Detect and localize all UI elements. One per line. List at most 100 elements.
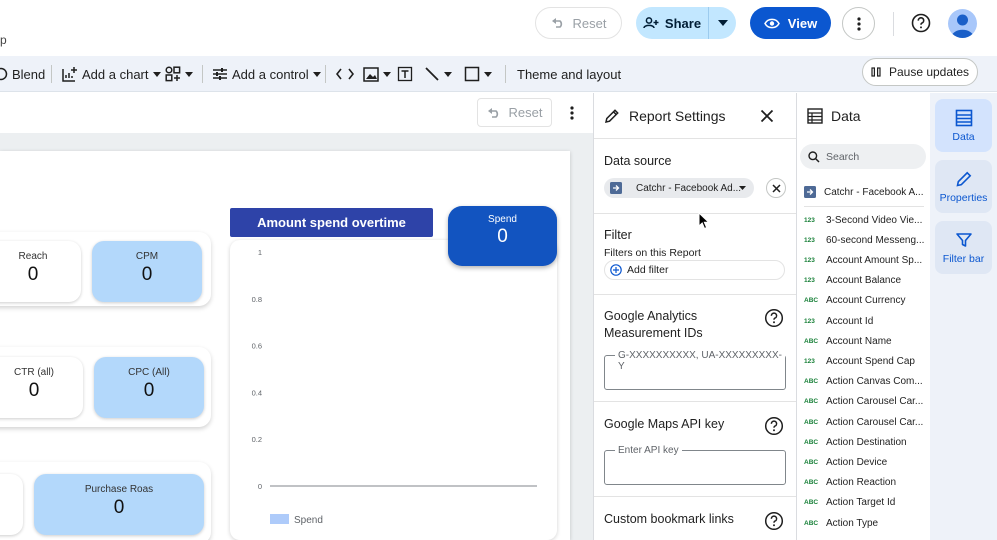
text-type-icon: ABC	[804, 398, 819, 406]
report-settings-panel: Report Settings Data source Catchr - Fac…	[593, 93, 797, 540]
field-name: Account Spend Cap	[826, 355, 915, 367]
scorecard-label: CPM	[135, 251, 159, 262]
insert-shape-button[interactable]	[464, 56, 492, 92]
close-settings-button[interactable]	[758, 107, 776, 125]
more-vert-icon	[856, 16, 861, 31]
table-icon	[807, 108, 823, 124]
connector-icon	[804, 186, 816, 198]
field-name: Account Amount Sp...	[826, 254, 923, 266]
scorecard-spend[interactable]: Spend 0	[448, 206, 557, 266]
caret-down-icon	[717, 20, 728, 26]
data-panel-divider	[804, 206, 924, 207]
caret-down-icon	[383, 71, 391, 77]
field-item[interactable]: 123 Account Amount Sp...	[804, 252, 928, 268]
field-item[interactable]: 123 Account Id	[804, 313, 928, 329]
add-person-icon	[643, 17, 659, 29]
data-panel: Data Search Catchr - Facebook A... 123 3-…	[796, 93, 930, 540]
theme-label: Theme and layout	[517, 66, 622, 82]
rail-data-label: Data	[952, 131, 975, 143]
text-type-icon: ABC	[804, 479, 819, 487]
field-item[interactable]: 123 Account Balance	[804, 273, 928, 289]
field-item[interactable]: ABC Account Name	[804, 333, 928, 349]
more-options-button[interactable]	[842, 7, 875, 40]
field-search-input[interactable]: Search	[800, 144, 926, 169]
field-item[interactable]: ABC Action Carousel Car...	[804, 414, 928, 430]
scorecard-cpc[interactable]: CPC (All) 0	[94, 357, 204, 418]
ga-id-input[interactable]: G-XXXXXXXXXX, UA-XXXXXXXXX-Y	[604, 350, 786, 390]
filter-section: Filter Filters on this Report	[594, 214, 797, 295]
rail-data-button[interactable]: Data	[935, 99, 992, 152]
pause-updates-button[interactable]: Pause updates	[862, 58, 978, 86]
reset-button[interactable]: Reset	[535, 7, 622, 39]
add-control-button[interactable]: Add a control	[212, 56, 321, 92]
add-filter-button[interactable]: Add filter	[604, 260, 785, 280]
field-item[interactable]: ABC Action Destination	[804, 434, 928, 450]
canvas-reset-button[interactable]: Reset	[477, 98, 552, 127]
spend-chart[interactable]: 1 0.8 0.6 0.4 0.2 0 Spend	[230, 240, 557, 540]
caret-down-icon	[312, 71, 321, 77]
field-item[interactable]: 123 3-Second Video Vie...	[804, 212, 928, 228]
insert-image-button[interactable]	[363, 56, 391, 92]
number-type-icon: 123	[804, 256, 815, 264]
help-button[interactable]	[908, 10, 934, 36]
insert-line-button[interactable]	[424, 56, 452, 92]
field-item[interactable]: ABC Action Target Id	[804, 495, 928, 511]
maps-api-key-input[interactable]: Enter API key	[604, 445, 786, 485]
data-source-select[interactable]: Catchr - Facebook Ad...	[604, 178, 754, 198]
number-type-icon: 123	[804, 236, 815, 244]
bookmark-section: Custom bookmark links	[594, 497, 797, 540]
field-item[interactable]: ABC Action Carousel Car...	[804, 394, 928, 410]
rail-filter-bar-button[interactable]: Filter bar	[935, 221, 992, 274]
remove-data-source-button[interactable]	[766, 178, 786, 198]
scorecard-cpm[interactable]: CPM 0	[92, 241, 202, 302]
insert-text-button[interactable]	[397, 56, 413, 92]
theme-and-layout-button[interactable]: Theme and layout	[517, 56, 621, 92]
scorecard-partial[interactable]	[0, 474, 23, 535]
close-icon	[771, 183, 781, 193]
user-avatar-icon	[951, 14, 974, 38]
field-item[interactable]: ABC Action Type	[804, 515, 928, 531]
component-grid-icon	[165, 66, 181, 82]
scorecard-ctr[interactable]: CTR (all) 0	[0, 357, 83, 418]
data-source-item[interactable]: Catchr - Facebook A...	[804, 184, 928, 200]
filter-subtitle: Filters on this Report	[604, 247, 701, 259]
reset-label: Reset	[572, 15, 607, 31]
field-item[interactable]: ABC Account Currency	[804, 293, 928, 309]
share-button-group: Share	[636, 7, 736, 39]
add-circle-icon	[610, 264, 622, 276]
text-type-icon: ABC	[804, 297, 819, 305]
add-component-button[interactable]	[165, 56, 193, 92]
canvas-reset-label: Reset	[508, 105, 543, 120]
share-button[interactable]: Share	[636, 7, 709, 39]
rail-properties-button[interactable]: Properties	[935, 160, 992, 213]
y-tick-label: 0.2	[252, 435, 262, 444]
field-item[interactable]: 123 60-second Messeng...	[804, 232, 928, 248]
scorecard-reach[interactable]: Reach 0	[0, 241, 81, 302]
share-dropdown-button[interactable]	[709, 7, 736, 39]
text-type-icon: ABC	[804, 418, 819, 426]
embed-code-button[interactable]	[336, 56, 354, 92]
avatar[interactable]	[948, 9, 977, 38]
add-chart-button[interactable]: Add a chart	[62, 56, 161, 92]
pencil-icon	[605, 109, 619, 123]
view-button[interactable]: View	[750, 7, 831, 39]
maps-help-button[interactable]	[764, 416, 784, 436]
scorecard-label: CPC (All)	[128, 367, 170, 378]
report-title-fragment[interactable]: p	[0, 33, 7, 47]
field-item[interactable]: 123 Account Spend Cap	[804, 353, 928, 369]
scorecard-value: 0	[141, 264, 153, 285]
field-item[interactable]: ABC Action Reaction	[804, 475, 928, 491]
bookmark-help-button[interactable]	[764, 511, 784, 531]
scorecard-value: 0	[497, 226, 508, 247]
canvas-more-button[interactable]	[563, 103, 581, 123]
chart-title[interactable]: Amount spend overtime	[230, 208, 433, 237]
view-label: View	[787, 15, 818, 31]
scorecard-purchase-roas[interactable]: Purchase Roas 0	[34, 474, 204, 535]
ga-help-button[interactable]	[764, 308, 784, 328]
undo-icon	[551, 18, 562, 28]
field-item[interactable]: ABC Action Device	[804, 454, 928, 470]
ga-section: Google Analytics Measurement IDs G-XXXXX…	[594, 295, 797, 402]
field-item[interactable]: ABC Action Canvas Com...	[804, 374, 928, 390]
help-icon	[764, 511, 784, 531]
blend-button[interactable]: Blend	[0, 56, 45, 92]
